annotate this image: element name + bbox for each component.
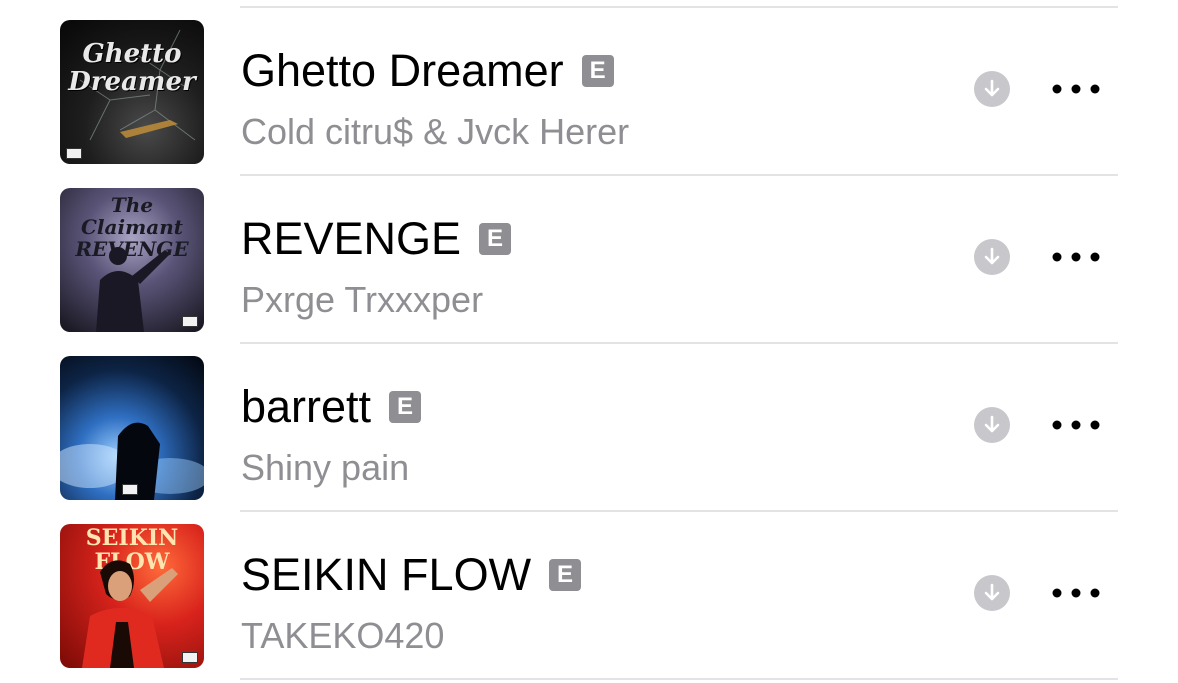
parental-advisory-label [182, 652, 198, 663]
artwork-figure-graphic [60, 422, 204, 500]
ellipsis-icon[interactable] [1052, 84, 1100, 94]
song-row-barrett[interactable]: barrett E Shiny pain [0, 344, 1178, 512]
song-title: REVENGE E [241, 213, 512, 264]
download-arrow-icon [984, 415, 1000, 433]
row-separator [240, 678, 1118, 680]
song-row-ghetto-dreamer[interactable]: Ghetto Dreamer Ghetto Dreamer E Cold cit… [0, 8, 1178, 176]
song-title-text: SEIKIN FLOW [241, 549, 532, 600]
artwork-figure-graphic [96, 247, 170, 332]
parental-advisory-label [182, 316, 198, 327]
artwork-title-text: Ghetto Dreamer [68, 39, 196, 97]
parental-advisory-label [66, 148, 82, 159]
song-title: SEIKIN FLOW E [241, 549, 582, 600]
download-arrow-icon [984, 247, 1000, 265]
explicit-badge: E [581, 54, 614, 87]
ellipsis-icon[interactable] [1052, 252, 1100, 262]
ellipsis-icon[interactable] [1052, 420, 1100, 430]
download-button[interactable] [974, 71, 1010, 107]
song-row-revenge[interactable]: The Claimant REVENGE REVENGE E Pxrge Trx… [0, 176, 1178, 344]
song-title-text: REVENGE [241, 213, 462, 264]
album-artwork: SEIKIN FLOW [60, 524, 204, 668]
artist-name: Cold citru$ & Jvck Herer [241, 111, 630, 152]
parental-advisory-label [122, 484, 138, 495]
song-title-text: barrett [241, 381, 372, 432]
download-arrow-icon [984, 79, 1000, 97]
song-title: Ghetto Dreamer E [241, 48, 614, 93]
download-button[interactable] [974, 239, 1010, 275]
artist-name: TAKEKO420 [241, 615, 445, 656]
artwork-figure-graphic [82, 560, 178, 668]
download-arrow-icon [984, 583, 1000, 601]
explicit-badge: E [549, 558, 582, 591]
download-button[interactable] [974, 575, 1010, 611]
album-artwork: Ghetto Dreamer [60, 20, 204, 164]
download-button[interactable] [974, 407, 1010, 443]
artist-name: Shiny pain [241, 447, 410, 488]
album-artwork [60, 356, 204, 500]
artist-name: Pxrge Trxxxper [241, 279, 484, 320]
song-title-text: Ghetto Dreamer [241, 45, 564, 96]
album-artwork: The Claimant REVENGE [60, 188, 204, 332]
song-row-seikin-flow[interactable]: SEIKIN FLOW SEIKIN FLOW E TAKEKO420 [0, 512, 1178, 680]
explicit-badge: E [479, 222, 512, 255]
ellipsis-icon[interactable] [1052, 588, 1100, 598]
song-title: barrett E [241, 381, 422, 432]
explicit-badge: E [389, 390, 422, 423]
